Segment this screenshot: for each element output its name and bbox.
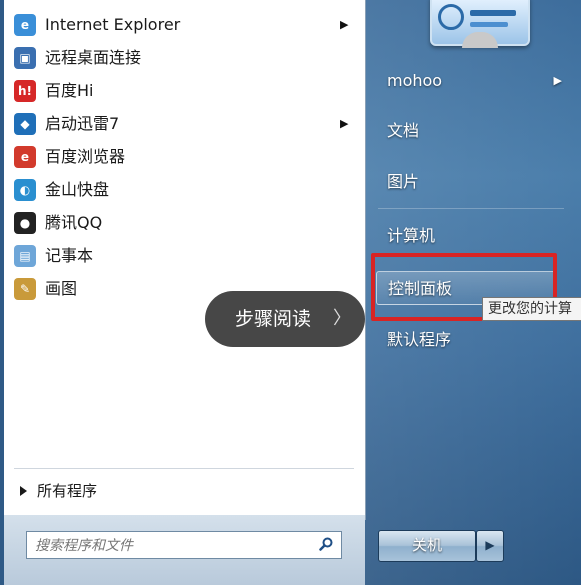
program-item[interactable]: ▤ 记事本 <box>10 240 360 272</box>
program-item[interactable]: ▣ 远程桌面连接 <box>10 42 360 74</box>
step-read-label: 步骤阅读 <box>235 308 312 330</box>
program-label: 百度浏览器 <box>45 147 126 166</box>
program-label: 记事本 <box>45 246 94 265</box>
control-panel-tooltip: 更改您的计算 <box>482 297 581 321</box>
search-box[interactable] <box>26 531 342 559</box>
step-read-overlay[interactable]: 步骤阅读 〉 <box>205 291 365 347</box>
xunlei-icon: ◆ <box>14 113 36 135</box>
documents-label: 文档 <box>387 121 420 140</box>
program-label: 金山快盘 <box>45 180 110 199</box>
computer-label: 计算机 <box>387 226 436 245</box>
program-label: 腾讯QQ <box>45 213 103 232</box>
all-programs-item[interactable]: 所有程序 <box>20 478 220 504</box>
pictures-item[interactable]: 图片 <box>376 165 556 199</box>
program-label: 百度Hi <box>45 81 94 100</box>
submenu-arrow-icon: ▶ <box>340 18 349 31</box>
user-name-label: mohoo <box>387 71 443 90</box>
default-programs-item[interactable]: 默认程序 <box>376 323 556 357</box>
program-item[interactable]: ◐ 金山快盘 <box>10 174 360 206</box>
search-input[interactable] <box>33 534 307 558</box>
paint-icon: ✎ <box>14 278 36 300</box>
chevron-right-icon: 〉 <box>333 308 351 329</box>
program-label: 画图 <box>45 279 78 298</box>
all-programs-label: 所有程序 <box>37 482 98 500</box>
program-label: Internet Explorer <box>45 15 181 34</box>
pictures-label: 图片 <box>387 172 420 191</box>
program-item[interactable]: ● 腾讯QQ <box>10 207 360 239</box>
shutdown-button[interactable]: 关机 <box>378 530 476 562</box>
gauge-icon <box>438 4 464 30</box>
computer-item[interactable]: 计算机 <box>376 219 556 253</box>
user-picture[interactable] <box>430 0 530 48</box>
qq-icon: ● <box>14 212 36 234</box>
triangle-right-icon <box>20 486 27 496</box>
baidu-hi-icon: h! <box>14 80 36 102</box>
internet-explorer-icon: e <box>14 14 36 36</box>
program-item[interactable]: ◆ 启动迅雷7 ▶ <box>10 108 360 140</box>
program-item[interactable]: h! 百度Hi <box>10 75 360 107</box>
all-programs-separator <box>14 468 354 469</box>
submenu-arrow-icon: ▶ <box>553 74 562 87</box>
program-label: 远程桌面连接 <box>45 48 142 67</box>
notepad-icon: ▤ <box>14 245 36 267</box>
program-label: 启动迅雷7 <box>45 114 120 133</box>
program-item[interactable]: e Internet Explorer ▶ <box>10 9 360 41</box>
baidu-browser-icon: e <box>14 146 36 168</box>
menu-separator <box>378 208 564 209</box>
shutdown-label: 关机 <box>411 536 442 554</box>
remote-desktop-icon: ▣ <box>14 47 36 69</box>
submenu-arrow-icon: ▶ <box>340 117 349 130</box>
default-programs-label: 默认程序 <box>387 330 452 349</box>
kuaipan-icon: ◐ <box>14 179 36 201</box>
chevron-right-icon: ▶ <box>485 538 495 552</box>
program-item[interactable]: e 百度浏览器 <box>10 141 360 173</box>
documents-item[interactable]: 文档 <box>376 114 556 148</box>
search-icon[interactable] <box>319 537 333 551</box>
user-folder-item[interactable]: mohoo ▶ <box>376 64 562 98</box>
shutdown-options-button[interactable]: ▶ <box>476 530 504 562</box>
